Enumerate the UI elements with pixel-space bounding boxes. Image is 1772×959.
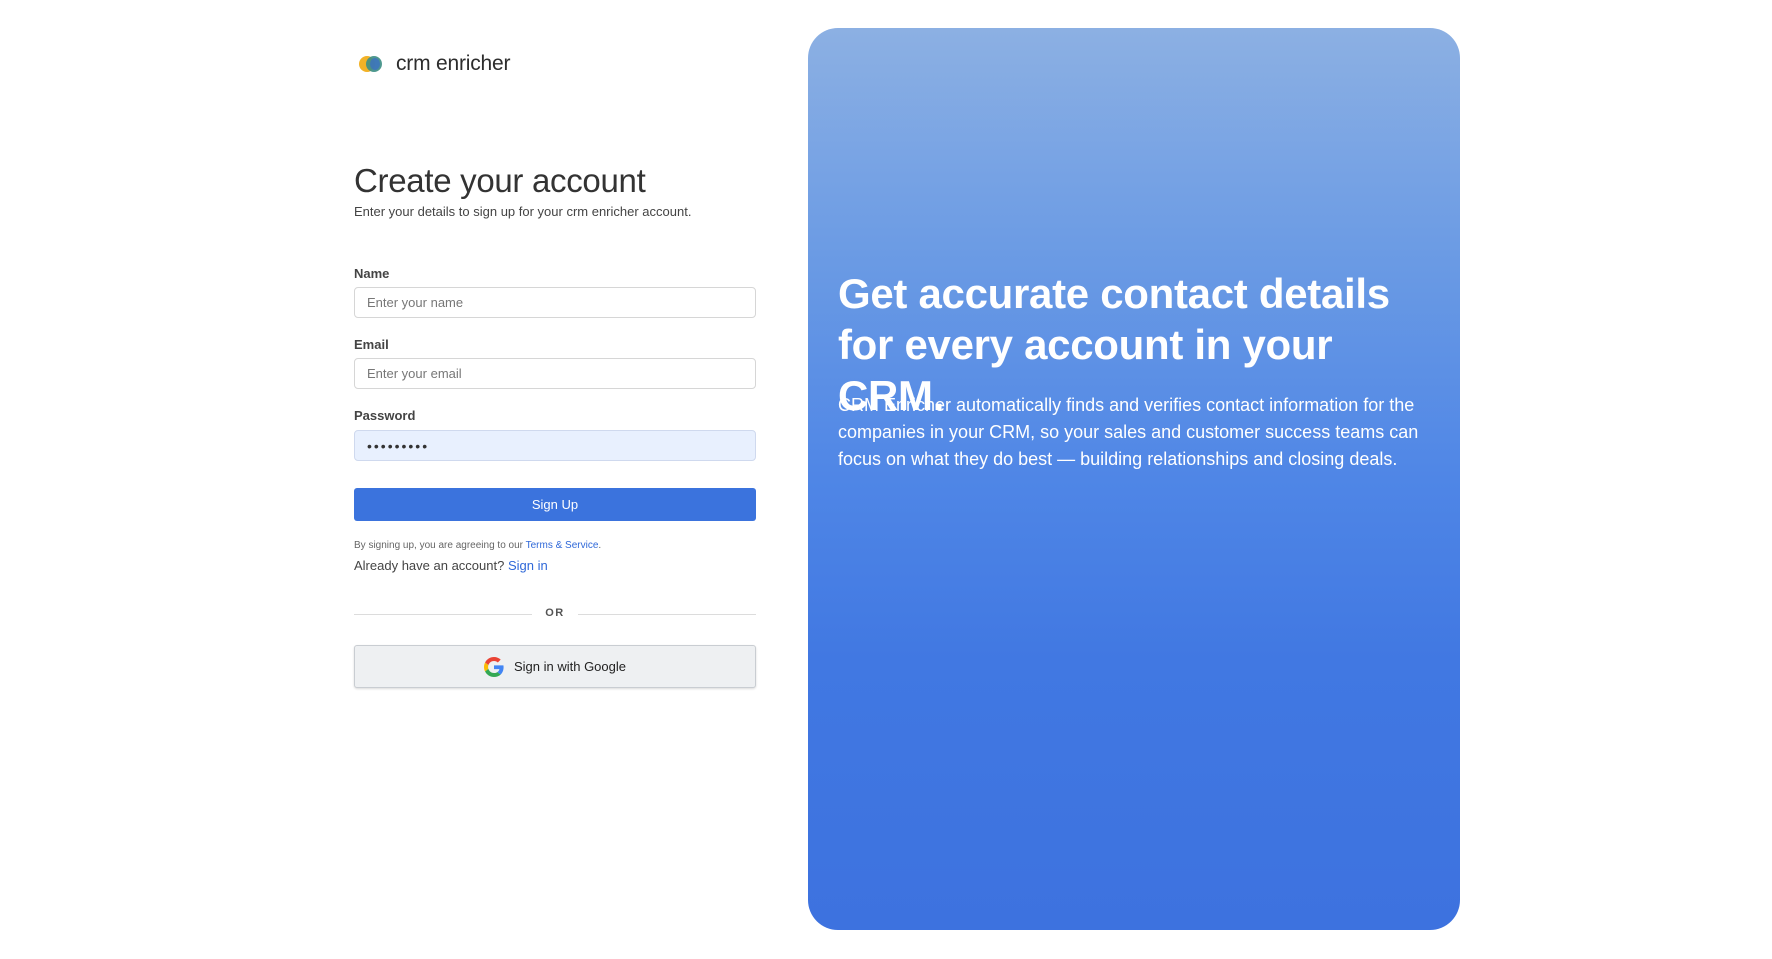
hero-panel: Get accurate contact details for every a… [808, 28, 1460, 930]
terms-link[interactable]: Terms & Service [526, 540, 599, 551]
terms-suffix: . [598, 540, 602, 551]
page-title: Create your account [354, 162, 646, 199]
sign-up-button[interactable]: Sign Up [354, 488, 756, 521]
email-label: Email [354, 337, 389, 352]
already-prefix: Already have an account? [354, 558, 508, 573]
brand[interactable]: crm enricher [354, 52, 510, 76]
email-field[interactable] [354, 358, 756, 389]
password-field[interactable] [354, 430, 756, 461]
google-sign-in-button[interactable]: Sign in with Google [354, 645, 756, 688]
signup-panel: crm enricher Create your account Enter y… [354, 0, 756, 959]
already-account-text: Already have an account? Sign in [354, 558, 548, 573]
hero-description: CRM Enricher automatically finds and ver… [838, 395, 1419, 469]
password-label: Password [354, 408, 416, 423]
brand-logo-icon [354, 54, 382, 74]
or-label: OR [545, 607, 565, 619]
name-field[interactable] [354, 287, 756, 318]
terms-text: By signing up, you are agreeing to our T… [354, 540, 601, 551]
page-subtitle: Enter your details to sign up for your c… [354, 204, 692, 219]
or-divider: OR [354, 607, 756, 621]
terms-prefix: By signing up, you are agreeing to our [354, 540, 526, 551]
divider-line-right [578, 614, 756, 615]
name-label: Name [354, 266, 390, 281]
sign-in-link[interactable]: Sign in [508, 558, 548, 573]
google-g-icon [483, 656, 504, 677]
brand-name: crm enricher [396, 52, 511, 75]
google-button-label: Sign in with Google [513, 659, 626, 674]
